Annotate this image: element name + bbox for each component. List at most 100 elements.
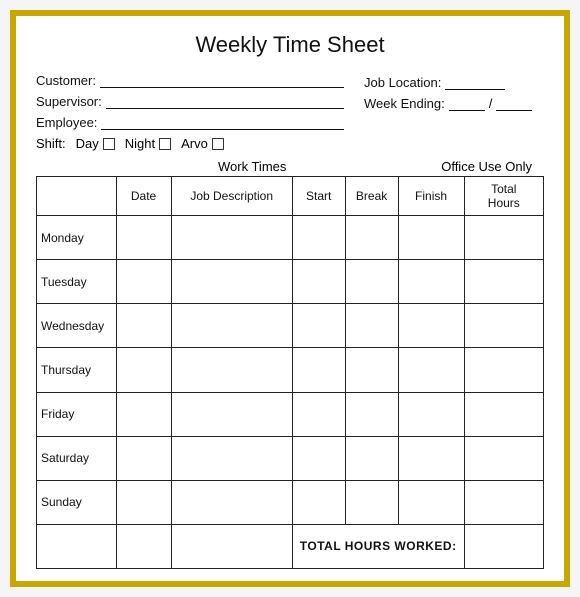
date-cell[interactable]	[116, 392, 171, 436]
week-ending-label: Week Ending:	[364, 96, 445, 111]
start-cell[interactable]	[292, 480, 345, 524]
customer-input-line[interactable]	[100, 72, 344, 88]
column-group-labels: Work Times Office Use Only	[36, 159, 544, 174]
table-row: Thursday	[37, 348, 544, 392]
job-location-input-line[interactable]	[445, 74, 505, 90]
finish-cell[interactable]	[398, 304, 464, 348]
start-cell[interactable]	[292, 304, 345, 348]
total-cell[interactable]	[464, 348, 543, 392]
week-ending-year-line[interactable]	[496, 95, 532, 111]
jobdesc-cell[interactable]	[171, 260, 292, 304]
table-row: Friday	[37, 392, 544, 436]
supervisor-field-row: Supervisor:	[36, 93, 344, 109]
shift-row: Shift: Day Night Arvo	[36, 136, 544, 151]
form-right: Job Location: Week Ending: /	[364, 72, 544, 130]
shift-arvo-option[interactable]: Arvo	[181, 136, 224, 151]
break-cell[interactable]	[345, 392, 398, 436]
start-cell[interactable]	[292, 392, 345, 436]
day-cell: Wednesday	[37, 304, 117, 348]
employee-field-row: Employee:	[36, 114, 344, 130]
finish-cell[interactable]	[398, 348, 464, 392]
total-cell[interactable]	[464, 216, 543, 260]
employee-input-line[interactable]	[101, 114, 344, 130]
shift-day-option[interactable]: Day	[76, 136, 115, 151]
total-hours-value[interactable]	[464, 524, 543, 568]
jobdesc-cell[interactable]	[171, 216, 292, 260]
day-cell: Saturday	[37, 436, 117, 480]
break-cell[interactable]	[345, 348, 398, 392]
form-section: Customer: Supervisor: Employee: Job Loca…	[36, 72, 544, 130]
table-row: Saturday	[37, 436, 544, 480]
job-location-label: Job Location:	[364, 75, 441, 90]
jobdesc-cell[interactable]	[171, 480, 292, 524]
col-header-start: Start	[292, 177, 345, 216]
supervisor-label: Supervisor:	[36, 94, 102, 109]
day-cell: Thursday	[37, 348, 117, 392]
jobdesc-cell[interactable]	[171, 436, 292, 480]
start-cell[interactable]	[292, 260, 345, 304]
finish-cell[interactable]	[398, 216, 464, 260]
col-header-break: Break	[345, 177, 398, 216]
total-jobdesc-cell	[171, 524, 292, 568]
start-cell[interactable]	[292, 216, 345, 260]
date-cell[interactable]	[116, 436, 171, 480]
date-cell[interactable]	[116, 348, 171, 392]
week-ending-field-row: Week Ending: /	[364, 95, 544, 111]
total-hours-label: TOTAL HOURS WORKED:	[292, 524, 464, 568]
day-cell: Monday	[37, 216, 117, 260]
break-cell[interactable]	[345, 480, 398, 524]
total-hours-row: TOTAL HOURS WORKED:	[37, 524, 544, 568]
office-use-label: Office Use Only	[441, 159, 532, 174]
shift-day-checkbox[interactable]	[103, 138, 115, 150]
page-title: Weekly Time Sheet	[36, 32, 544, 58]
form-left: Customer: Supervisor: Employee:	[36, 72, 344, 130]
total-date-cell	[116, 524, 171, 568]
table-row: Wednesday	[37, 304, 544, 348]
break-cell[interactable]	[345, 260, 398, 304]
day-cell: Tuesday	[37, 260, 117, 304]
shift-night-option[interactable]: Night	[125, 136, 171, 151]
supervisor-input-line[interactable]	[106, 93, 344, 109]
date-cell[interactable]	[116, 480, 171, 524]
total-day-cell	[37, 524, 117, 568]
finish-cell[interactable]	[398, 260, 464, 304]
shift-night-label: Night	[125, 136, 155, 151]
break-cell[interactable]	[345, 436, 398, 480]
timesheet-table: Date Job Description Start Break Finish …	[36, 176, 544, 569]
col-header-day	[37, 177, 117, 216]
break-cell[interactable]	[345, 216, 398, 260]
job-location-field-row: Job Location:	[364, 74, 544, 90]
shift-label: Shift:	[36, 136, 66, 151]
table-row: Monday	[37, 216, 544, 260]
col-header-jobdesc: Job Description	[171, 177, 292, 216]
table-row: Sunday	[37, 480, 544, 524]
finish-cell[interactable]	[398, 392, 464, 436]
date-cell[interactable]	[116, 216, 171, 260]
shift-arvo-checkbox[interactable]	[212, 138, 224, 150]
week-ending-month-line[interactable]	[449, 95, 485, 111]
total-cell[interactable]	[464, 480, 543, 524]
start-cell[interactable]	[292, 348, 345, 392]
jobdesc-cell[interactable]	[171, 392, 292, 436]
day-cell: Sunday	[37, 480, 117, 524]
work-times-label: Work Times	[218, 159, 286, 174]
col-header-date: Date	[116, 177, 171, 216]
finish-cell[interactable]	[398, 480, 464, 524]
shift-night-checkbox[interactable]	[159, 138, 171, 150]
shift-arvo-label: Arvo	[181, 136, 208, 151]
total-cell[interactable]	[464, 260, 543, 304]
break-cell[interactable]	[345, 304, 398, 348]
date-cell[interactable]	[116, 260, 171, 304]
slash-separator: /	[489, 96, 493, 111]
total-cell[interactable]	[464, 436, 543, 480]
total-cell[interactable]	[464, 392, 543, 436]
total-cell[interactable]	[464, 304, 543, 348]
date-cell[interactable]	[116, 304, 171, 348]
start-cell[interactable]	[292, 436, 345, 480]
week-ending-inputs: /	[449, 95, 533, 111]
weekly-timesheet-page: Weekly Time Sheet Customer: Supervisor: …	[10, 10, 570, 587]
finish-cell[interactable]	[398, 436, 464, 480]
jobdesc-cell[interactable]	[171, 304, 292, 348]
jobdesc-cell[interactable]	[171, 348, 292, 392]
table-row: Tuesday	[37, 260, 544, 304]
